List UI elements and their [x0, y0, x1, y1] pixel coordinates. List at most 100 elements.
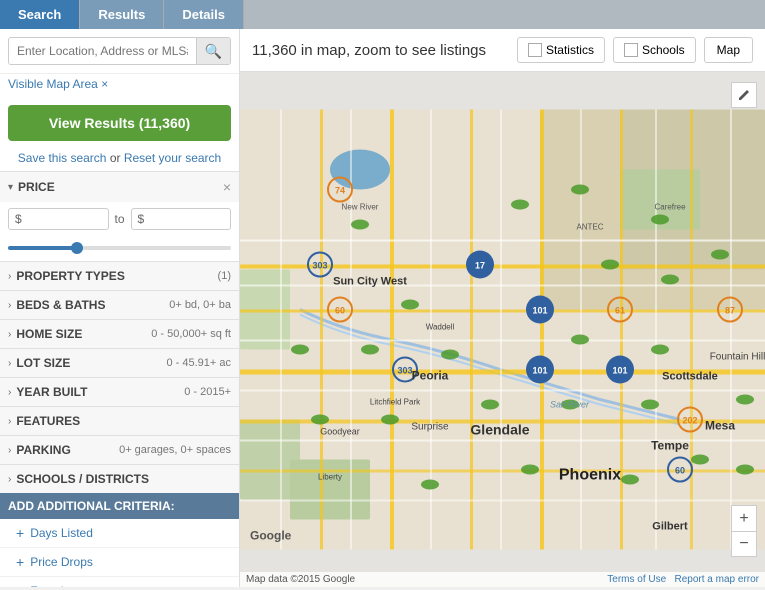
price-to-label: to: [115, 212, 125, 226]
report-link[interactable]: Report a map error: [675, 574, 759, 585]
price-range-slider[interactable]: [8, 246, 231, 250]
filter-home-size-header[interactable]: › HOME SIZE 0 - 50,000+ sq ft: [0, 320, 239, 348]
criteria-foreclosures[interactable]: Foreclosures: [0, 577, 239, 587]
svg-text:74: 74: [335, 186, 345, 196]
price-from-input[interactable]: [24, 212, 84, 226]
svg-text:Gilbert: Gilbert: [652, 521, 688, 533]
tab-results[interactable]: Results: [80, 0, 164, 29]
filter-beds-baths-header[interactable]: › BEDS & BATHS 0+ bd, 0+ ba: [0, 291, 239, 319]
schools-checkbox: [624, 43, 638, 57]
svg-text:87: 87: [725, 306, 735, 316]
close-icon: ×: [101, 77, 108, 91]
filter-year-built-value: 0 - 2015+: [184, 386, 231, 398]
filter-beds-baths: › BEDS & BATHS 0+ bd, 0+ ba: [0, 290, 239, 319]
chevron-right-icon-3: ›: [8, 329, 11, 340]
save-search-link[interactable]: Save this search: [18, 151, 107, 165]
map-container[interactable]: 60 303 303 74 17 101 101 101 61 202: [240, 72, 765, 587]
chevron-right-icon-7: ›: [8, 445, 11, 456]
svg-text:Fountain Hills: Fountain Hills: [710, 352, 765, 363]
filter-year-built-title: YEAR BUILT: [16, 385, 184, 399]
map-edit-button[interactable]: [731, 82, 757, 108]
filter-close-icon[interactable]: ×: [223, 179, 231, 195]
svg-text:Peoria: Peoria: [412, 369, 449, 383]
map-button[interactable]: Map: [704, 37, 753, 63]
svg-text:303: 303: [397, 366, 412, 376]
map-attribution: Map data ©2015 Google Terms of Use Repor…: [240, 572, 765, 587]
tab-details[interactable]: Details: [164, 0, 244, 29]
filter-property-types-header[interactable]: › PROPERTY TYPES (1): [0, 262, 239, 290]
svg-text:Glendale: Glendale: [470, 422, 529, 438]
svg-text:Litchfield Park: Litchfield Park: [370, 398, 421, 407]
svg-text:New River: New River: [342, 203, 379, 212]
svg-text:61: 61: [615, 306, 625, 316]
filter-property-types-title: PROPERTY TYPES: [16, 269, 217, 283]
chevron-right-icon-2: ›: [8, 300, 11, 311]
svg-text:17: 17: [475, 261, 485, 271]
search-button[interactable]: 🔍: [196, 38, 230, 64]
svg-text:Surprise: Surprise: [411, 422, 449, 433]
price-from-symbol: $: [15, 212, 22, 226]
svg-text:Goodyear: Goodyear: [320, 427, 360, 437]
filter-year-built: › YEAR BUILT 0 - 2015+: [0, 377, 239, 406]
criteria-days-listed[interactable]: Days Listed: [0, 519, 239, 548]
criteria-price-drops[interactable]: Price Drops: [0, 548, 239, 577]
filter-lot-size-header[interactable]: › LOT SIZE 0 - 45.91+ ac: [0, 349, 239, 377]
svg-text:Salt River: Salt River: [550, 400, 590, 410]
zoom-controls: + −: [731, 505, 757, 557]
search-section: 🔍: [0, 29, 239, 74]
reset-search-link[interactable]: Reset your search: [124, 151, 221, 165]
search-input[interactable]: [9, 38, 196, 64]
statistics-button[interactable]: Statistics: [517, 37, 605, 63]
search-icon: 🔍: [205, 43, 222, 59]
price-to-input[interactable]: [146, 212, 206, 226]
filter-price-title: PRICE: [18, 180, 219, 194]
filter-schools-title: SCHOOLS / DISTRICTS: [16, 472, 231, 486]
filter-home-size-value: 0 - 50,000+ sq ft: [151, 328, 231, 340]
sidebar: 🔍 Visible Map Area × View Results (11,36…: [0, 29, 240, 587]
svg-text:101: 101: [532, 366, 547, 376]
price-to-symbol: $: [138, 212, 145, 226]
filter-features-header[interactable]: › FEATURES: [0, 407, 239, 435]
statistics-checkbox: [528, 43, 542, 57]
add-criteria-header: ADD ADDITIONAL CRITERIA:: [0, 493, 239, 519]
svg-text:Tempe: Tempe: [651, 439, 689, 453]
svg-text:Waddell: Waddell: [426, 323, 455, 332]
map-header: 11,360 in map, zoom to see listings Stat…: [240, 29, 765, 72]
svg-text:Scottsdale: Scottsdale: [662, 371, 718, 383]
svg-text:Carefree: Carefree: [654, 203, 686, 212]
visible-map-link[interactable]: Visible Map Area ×: [8, 77, 108, 91]
svg-text:Phoenix: Phoenix: [559, 467, 621, 484]
terms-link[interactable]: Terms of Use: [607, 574, 666, 585]
price-slider: [0, 236, 239, 261]
filter-features-title: FEATURES: [16, 414, 231, 428]
svg-text:Mesa: Mesa: [705, 419, 735, 433]
svg-text:101: 101: [612, 366, 627, 376]
filter-property-types: › PROPERTY TYPES (1): [0, 261, 239, 290]
map-svg: 60 303 303 74 17 101 101 101 61 202: [240, 72, 765, 587]
svg-text:Google: Google: [250, 529, 292, 543]
filter-schools-header[interactable]: › SCHOOLS / DISTRICTS: [0, 465, 239, 493]
filter-beds-baths-title: BEDS & BATHS: [16, 298, 169, 312]
tab-search[interactable]: Search: [0, 0, 80, 29]
svg-text:101: 101: [532, 306, 547, 316]
filter-lot-size-value: 0 - 45.91+ ac: [166, 357, 231, 369]
filter-beds-baths-value: 0+ bd, 0+ ba: [169, 299, 231, 311]
zoom-in-button[interactable]: +: [731, 505, 757, 531]
chevron-right-icon-8: ›: [8, 474, 11, 485]
filter-parking: › PARKING 0+ garages, 0+ spaces: [0, 435, 239, 464]
filter-home-size: › HOME SIZE 0 - 50,000+ sq ft: [0, 319, 239, 348]
filter-price-header[interactable]: ▾ PRICE ×: [0, 172, 239, 202]
top-tabs: Search Results Details: [0, 0, 765, 29]
filter-parking-value: 0+ garages, 0+ spaces: [119, 444, 231, 456]
chevron-right-icon-6: ›: [8, 416, 11, 427]
filter-year-built-header[interactable]: › YEAR BUILT 0 - 2015+: [0, 378, 239, 406]
schools-button[interactable]: Schools: [613, 37, 696, 63]
zoom-out-button[interactable]: −: [731, 531, 757, 557]
filter-lot-size-title: LOT SIZE: [16, 356, 166, 370]
svg-text:ANTEC: ANTEC: [576, 223, 603, 232]
chevron-right-icon-4: ›: [8, 358, 11, 369]
filter-parking-header[interactable]: › PARKING 0+ garages, 0+ spaces: [0, 436, 239, 464]
filter-parking-title: PARKING: [16, 443, 119, 457]
view-results-button[interactable]: View Results (11,360): [8, 105, 231, 141]
price-inputs: $ to $: [0, 202, 239, 236]
